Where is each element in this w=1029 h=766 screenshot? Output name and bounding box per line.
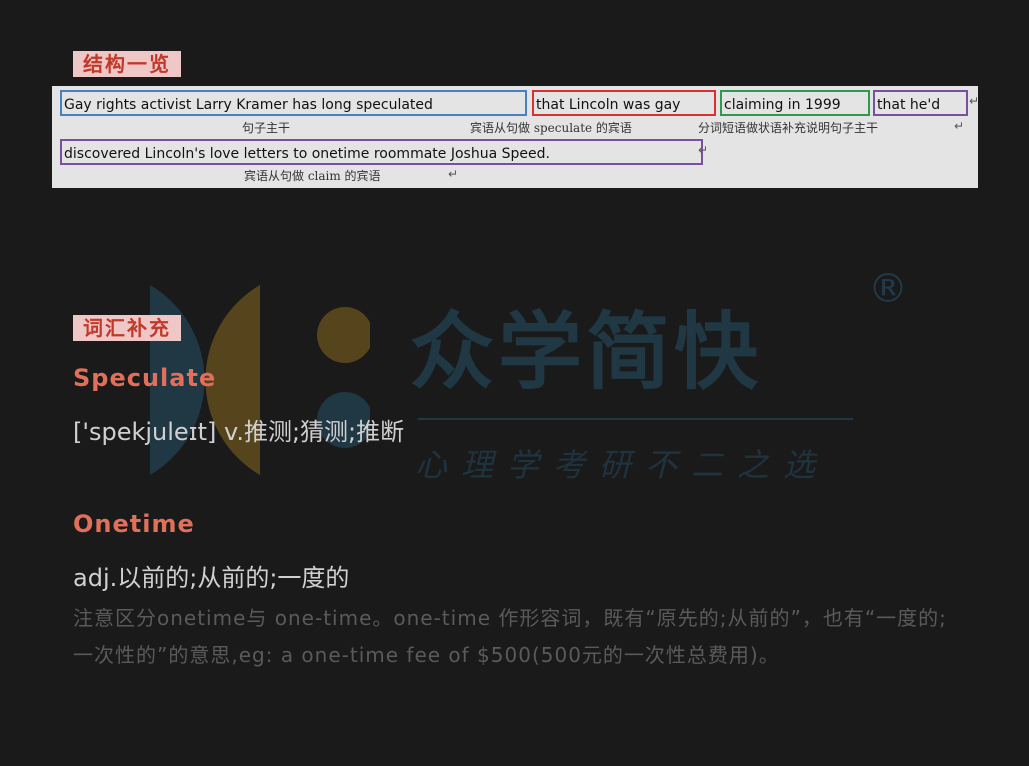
paragraph-mark-icon: ↵ — [698, 143, 709, 157]
registered-icon: ® — [868, 266, 908, 312]
watermark-divider — [418, 418, 853, 420]
paragraph-mark-icon: ↵ — [954, 119, 965, 133]
note-participle-phrase: 分词短语做状语补充说明句子主干 — [698, 121, 879, 135]
watermark-brand: 众学简快 — [410, 303, 763, 401]
note-object-clause-1: 宾语从句做 speculate 的宾语 — [470, 121, 632, 135]
note-object-clause-2: 宾语从句做 claim 的宾语 — [244, 169, 381, 183]
segment-object-clause-1: that Lincoln was gay — [532, 90, 716, 116]
paragraph-mark-icon: ↵ — [448, 167, 459, 181]
structure-section-label: 结构一览 — [73, 51, 181, 77]
segment-main-clause: Gay rights activist Larry Kramer has lon… — [60, 90, 527, 116]
vocab-word-onetime: Onetime — [73, 510, 195, 538]
segment-object-clause-2b: discovered Lincoln's love letters to one… — [60, 139, 703, 165]
vocab-section-label: 词汇补充 — [73, 315, 181, 341]
vocab-usage-note: 注意区分onetime与 one-time。one-time 作形容词，既有“原… — [73, 606, 947, 667]
segment-participle-phrase: claiming in 1999 — [720, 90, 870, 116]
watermark-slogan: 心理学考研不二之选 — [415, 446, 830, 484]
vocab-definition-speculate: ['spekjuleɪt] v.推测;猜测;推断 — [73, 418, 405, 446]
note-main-clause: 句子主干 — [242, 121, 291, 135]
vocab-definition-onetime: adj.以前的;从前的;一度的 — [73, 564, 350, 592]
sentence-structure-image: Gay rights activist Larry Kramer has lon… — [52, 86, 980, 188]
vocab-word-speculate: Speculate — [73, 364, 217, 392]
segment-object-clause-2a: that he'd — [873, 90, 968, 116]
paragraph-mark-icon: ↵ — [969, 94, 980, 108]
